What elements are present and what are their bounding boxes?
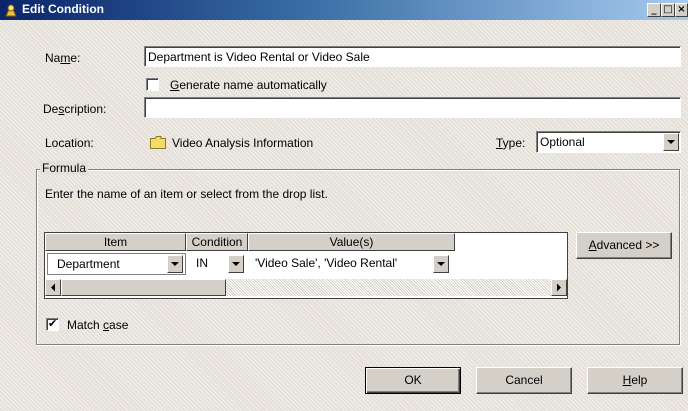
right-arrow-icon	[557, 283, 561, 292]
column-header-item[interactable]: Item	[45, 233, 186, 251]
type-select[interactable]: Optional	[536, 131, 681, 153]
advanced-button[interactable]: Advanced >>	[576, 232, 672, 259]
scroll-right-button[interactable]	[551, 279, 567, 296]
type-dropdown-button[interactable]	[663, 133, 679, 151]
item-cell[interactable]: Department	[47, 253, 186, 275]
checkmark-icon: ✔	[48, 317, 58, 330]
formula-grid: Item Condition Value(s) Department IN 'V…	[44, 232, 568, 299]
help-button[interactable]: Help	[587, 367, 683, 394]
horizontal-scrollbar[interactable]	[45, 279, 567, 296]
values-dropdown-button[interactable]	[433, 255, 449, 273]
condition-value: IN	[196, 256, 208, 270]
description-field[interactable]	[144, 97, 681, 118]
formula-instruction: Enter the name of an item or select from…	[45, 187, 328, 201]
values-value: 'Video Sale', 'Video Rental'	[255, 256, 398, 270]
left-arrow-icon	[51, 283, 55, 292]
generate-name-checkbox[interactable]	[146, 78, 159, 91]
type-value: Optional	[540, 135, 585, 149]
generate-name-label[interactable]: Generate name automatically	[170, 78, 327, 92]
close-button[interactable]: ×	[675, 3, 688, 17]
formula-group-title: Formula	[40, 161, 89, 175]
cancel-button[interactable]: Cancel	[476, 367, 572, 394]
column-header-condition[interactable]: Condition	[186, 233, 248, 251]
name-field[interactable]: Department is Video Rental or Video Sale	[144, 46, 681, 67]
name-label: Name:	[45, 51, 81, 65]
maximize-button[interactable]: □	[661, 3, 675, 17]
edit-condition-dialog: Edit Condition _ □ × Name: Department is…	[0, 0, 688, 411]
scroll-thumb[interactable]	[61, 279, 226, 296]
type-label: Type:	[496, 136, 526, 150]
minimize-button[interactable]: _	[647, 3, 661, 17]
location-label: Location:	[45, 136, 94, 150]
title-bar[interactable]: Edit Condition _ □ ×	[0, 0, 688, 20]
ok-button[interactable]: OK	[365, 367, 461, 394]
condition-dropdown-button[interactable]	[228, 255, 244, 273]
description-label: Description:	[43, 102, 107, 116]
item-value: Department	[57, 257, 120, 271]
match-case-label[interactable]: Match case	[67, 318, 128, 332]
match-case-checkbox[interactable]: ✔	[46, 317, 59, 331]
item-dropdown-button[interactable]	[167, 255, 183, 273]
values-cell[interactable]: 'Video Sale', 'Video Rental'	[250, 253, 455, 275]
column-header-values[interactable]: Value(s)	[248, 233, 455, 251]
location-value: Video Analysis Information	[172, 136, 314, 150]
scroll-left-button[interactable]	[45, 279, 61, 296]
window-title: Edit Condition	[22, 2, 104, 16]
condition-icon	[5, 3, 17, 17]
folder-icon	[150, 136, 166, 149]
